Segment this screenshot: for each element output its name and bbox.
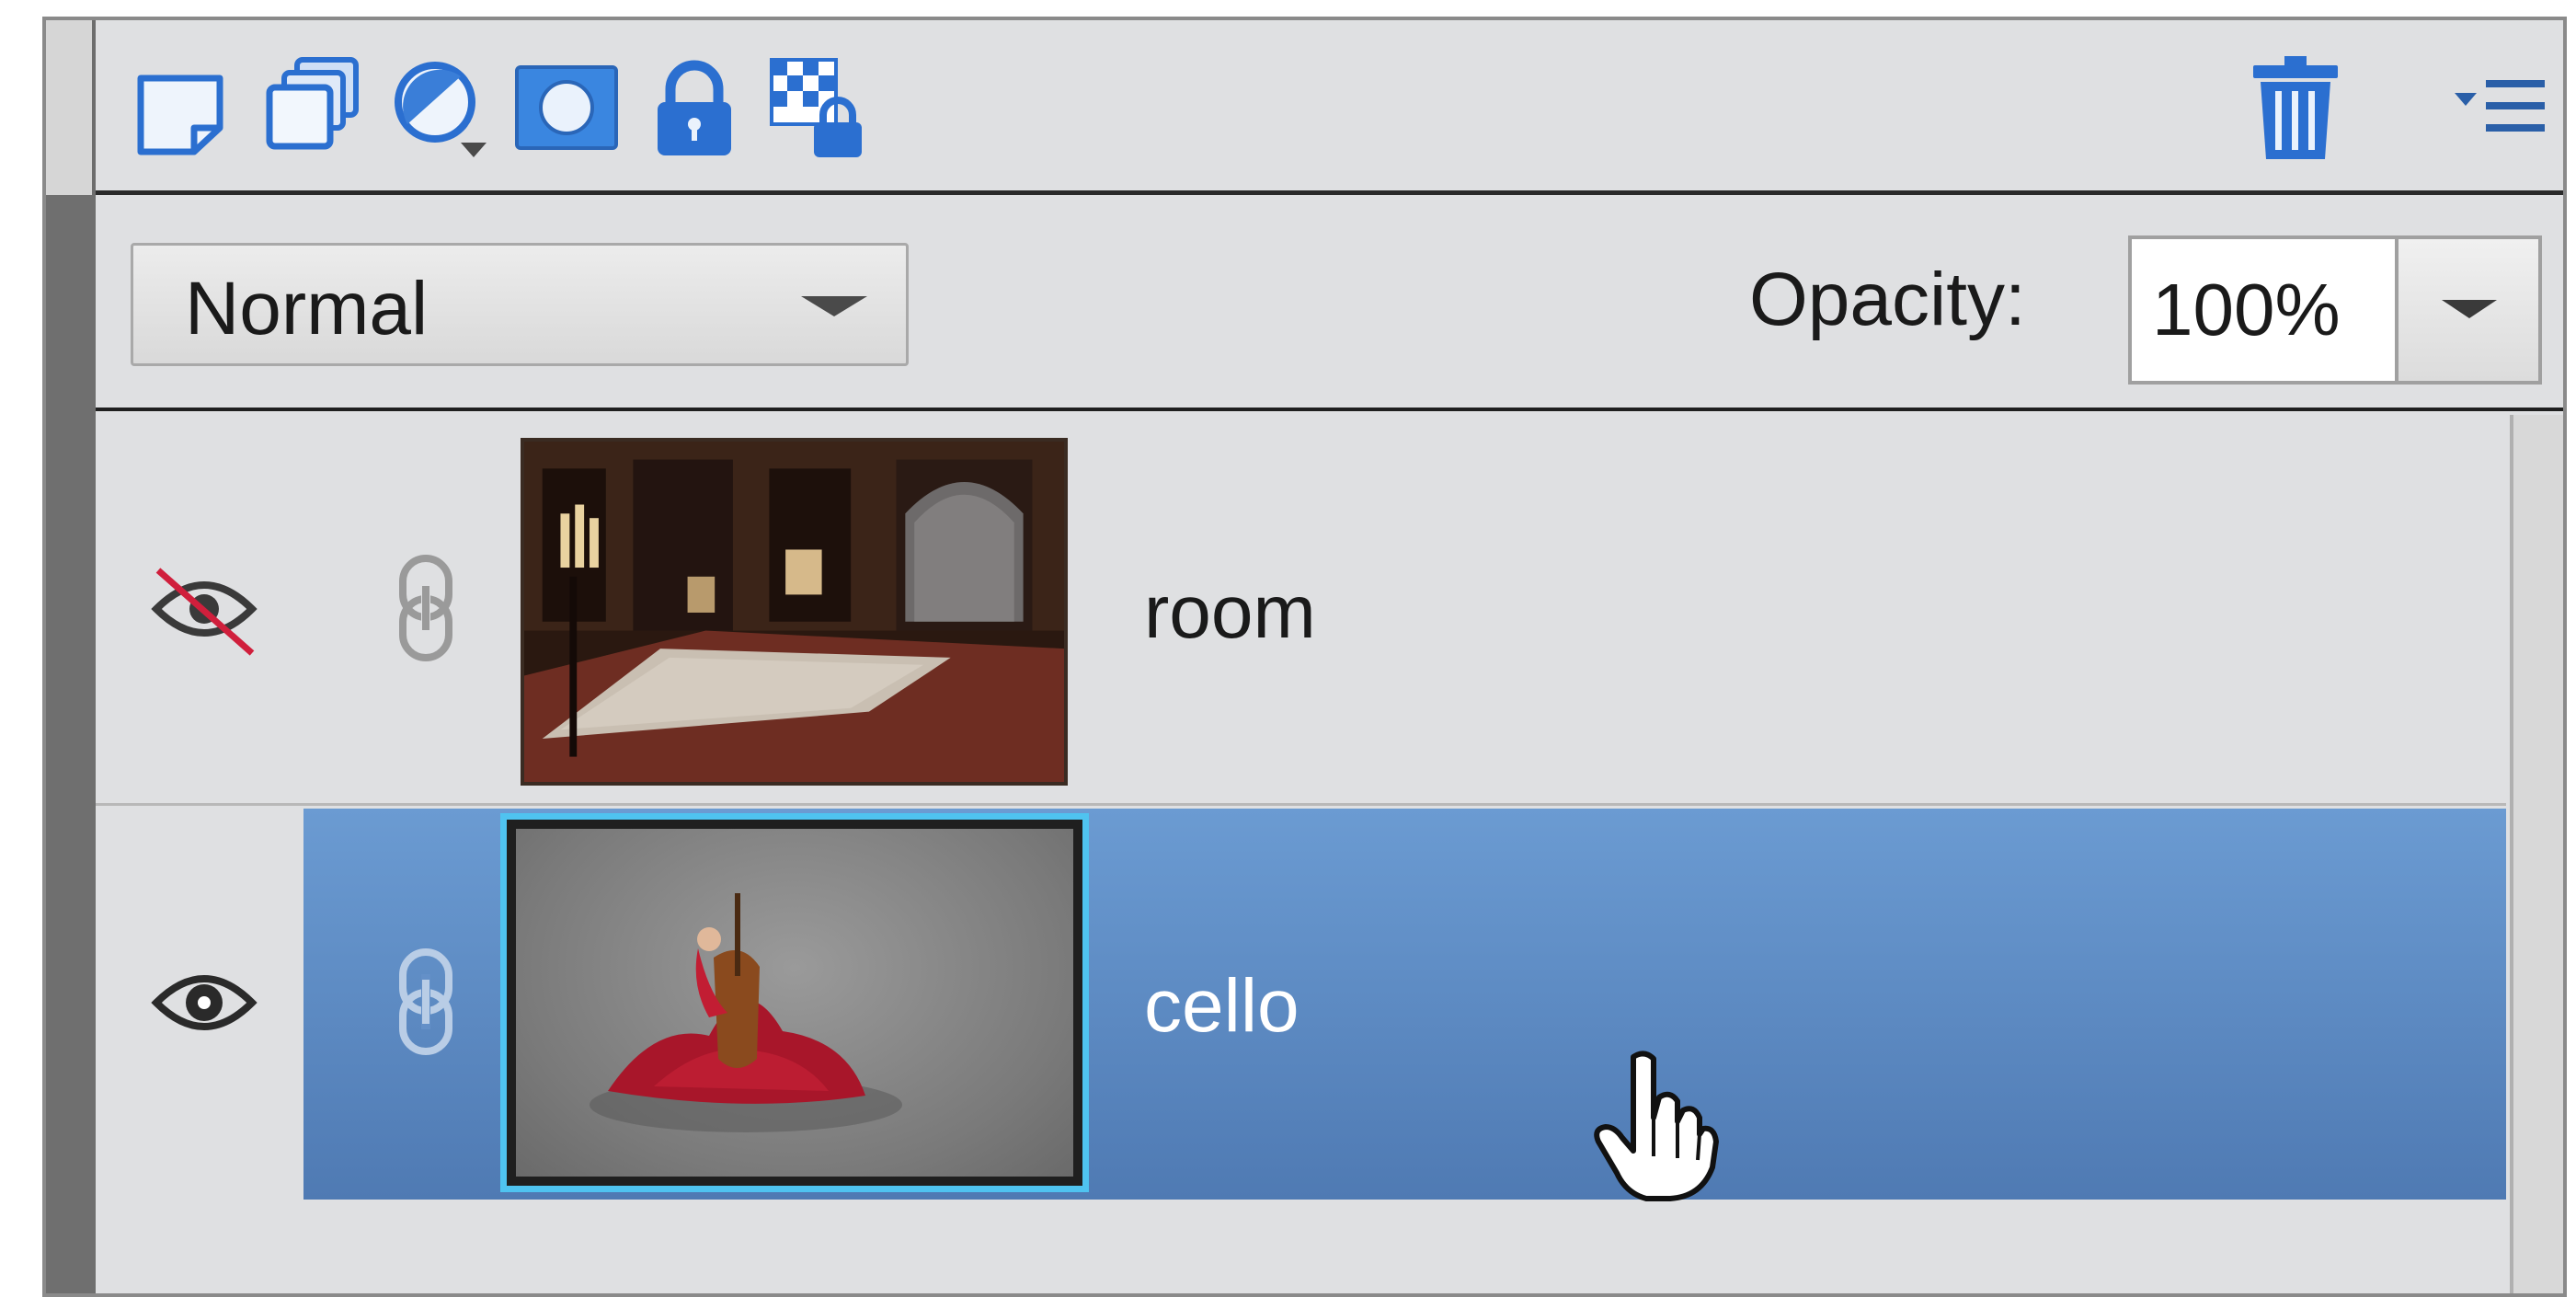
link-icon[interactable]: [394, 947, 458, 1057]
layers-toolbar: [96, 20, 2563, 195]
chevron-down-icon: [801, 296, 867, 316]
layer-mask-icon: [515, 65, 618, 150]
adjustment-layer-icon: [395, 62, 487, 157]
room-image: [524, 442, 1064, 782]
trash-icon: [2253, 56, 2338, 159]
blend-controls: Normal Opacity:: [96, 200, 2563, 411]
layers-list: room cello: [96, 415, 2563, 1293]
lock-transparency-button[interactable]: [760, 48, 879, 167]
lock-transparency-icon: [770, 58, 862, 157]
opacity-label: Opacity:: [1749, 258, 2026, 341]
layer-thumbnail-room[interactable]: [521, 438, 1068, 786]
opacity-input[interactable]: [2128, 235, 2395, 385]
layer-row-room[interactable]: room: [96, 415, 2506, 806]
panel-menu-button[interactable]: [2441, 48, 2560, 167]
lock-all-button[interactable]: [635, 48, 754, 167]
layer-name-room[interactable]: room: [1144, 569, 1316, 656]
blend-mode-value: Normal: [185, 267, 429, 350]
layer-thumbnail-cello[interactable]: [500, 813, 1089, 1192]
link-icon[interactable]: [394, 553, 458, 663]
layer-name-cello[interactable]: cello: [1144, 963, 1299, 1050]
layers-panel: Normal Opacity: 100% room cello: [42, 17, 2567, 1297]
new-layer-button[interactable]: [123, 48, 243, 167]
hand-cursor-icon: [1594, 1051, 1719, 1201]
layers-scrollbar[interactable]: [2510, 415, 2563, 1293]
adjustment-layer-button[interactable]: [381, 48, 500, 167]
layer-row-cello[interactable]: cello: [96, 809, 2506, 1201]
delete-layer-button[interactable]: [2236, 48, 2355, 167]
panel-menu-icon: [2455, 80, 2545, 132]
opacity-dropdown-button[interactable]: [2395, 235, 2542, 385]
duplicate-layers-icon: [266, 57, 359, 150]
eye-hidden-icon[interactable]: [149, 557, 259, 659]
layer-mask-button[interactable]: [507, 48, 626, 167]
cello-image: [516, 829, 1073, 1177]
chevron-down-icon: [2442, 300, 2497, 318]
new-group-button[interactable]: [254, 48, 373, 167]
eye-icon[interactable]: [149, 951, 259, 1052]
blend-mode-dropdown[interactable]: Normal: [131, 243, 909, 366]
new-layer-icon: [137, 75, 223, 155]
lock-icon: [658, 60, 731, 155]
panel-left-rail-shadow: [46, 195, 96, 1293]
